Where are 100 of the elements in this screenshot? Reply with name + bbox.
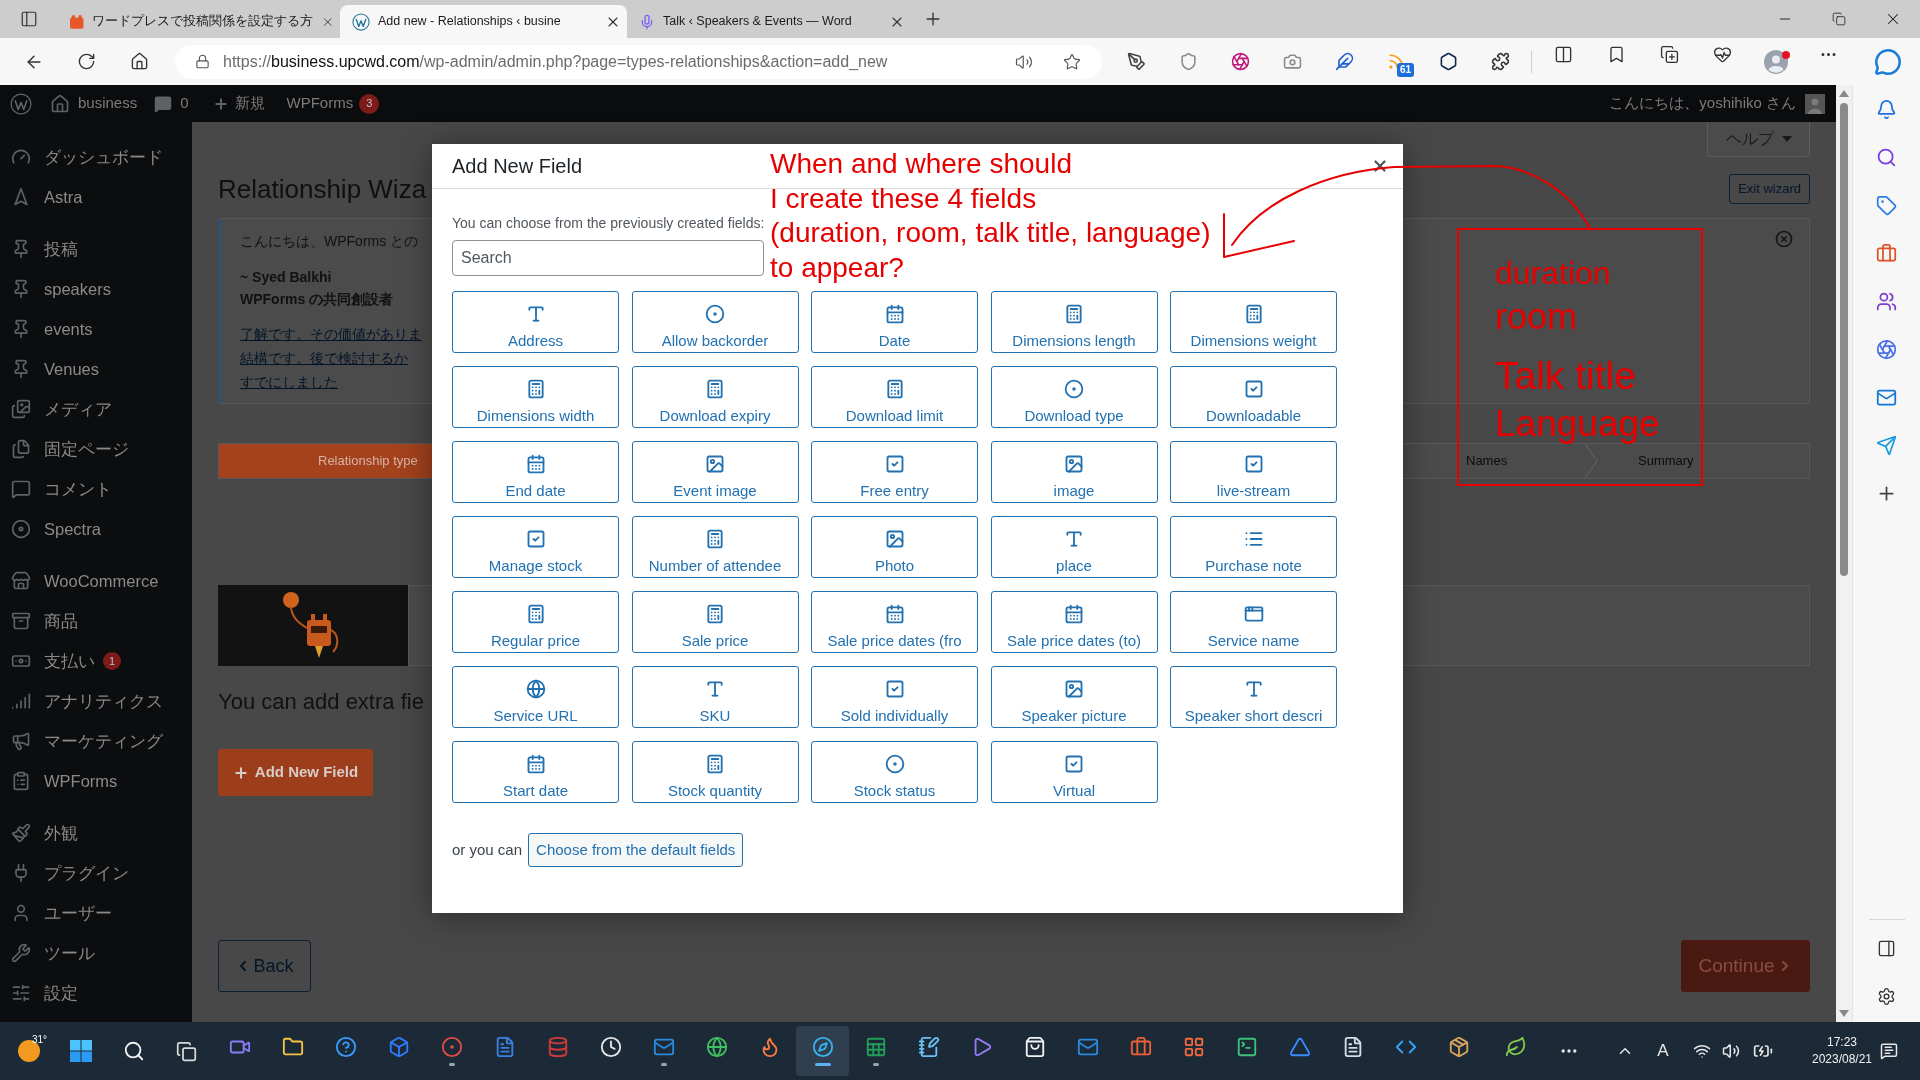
field-option[interactable]: Purchase note — [1170, 516, 1337, 578]
sidebar-item[interactable]: 外観 — [0, 813, 192, 853]
message-icon[interactable] — [1880, 1042, 1898, 1060]
sidebar-item[interactable]: ツール — [0, 933, 192, 973]
panel-icon[interactable] — [1877, 938, 1896, 958]
circle-logo-icon[interactable] — [10, 92, 32, 115]
avatar-icon[interactable] — [1763, 49, 1788, 74]
field-option[interactable]: Virtual — [990, 741, 1158, 803]
bell-icon[interactable] — [1876, 98, 1897, 120]
sidebar-item[interactable]: Astra — [0, 177, 192, 217]
sidebar-item[interactable]: WPForms — [0, 761, 192, 801]
sidebar-item[interactable]: speakers — [0, 269, 192, 309]
field-option[interactable]: Start date — [452, 741, 619, 803]
field-option[interactable]: Dimensions length — [990, 291, 1158, 353]
field-option[interactable]: Downloadable — [1170, 366, 1337, 428]
reload-icon[interactable] — [76, 52, 96, 71]
sidebar-item[interactable]: Spectra — [0, 509, 192, 549]
restore-icon[interactable] — [1832, 12, 1846, 26]
camera-icon[interactable] — [1282, 52, 1302, 71]
sidebar-item[interactable]: 固定ページ — [0, 429, 192, 469]
field-option[interactable]: live-stream — [1170, 441, 1337, 503]
field-option[interactable]: Service URL — [452, 666, 619, 728]
wifi-icon[interactable] — [1693, 1042, 1711, 1060]
account-link[interactable]: こんにちは、yoshihiko さん — [1609, 92, 1825, 115]
people-icon[interactable] — [1876, 290, 1897, 312]
field-option[interactable]: image — [990, 441, 1158, 503]
aperture-icon[interactable] — [1230, 52, 1250, 71]
sidebar-item[interactable]: 支払い 1 — [0, 641, 192, 681]
field-option[interactable]: Speaker picture — [990, 666, 1158, 728]
field-option[interactable]: Manage stock — [452, 516, 619, 578]
field-option[interactable]: Date — [811, 291, 978, 353]
sidebar-item[interactable]: 投稿 — [0, 229, 192, 269]
field-option[interactable]: Address — [452, 291, 619, 353]
sidebar-item[interactable]: Venues — [0, 349, 192, 389]
field-option[interactable]: Download limit — [811, 366, 978, 428]
aperture-icon[interactable] — [1876, 338, 1897, 360]
field-option[interactable]: Download expiry — [631, 366, 799, 428]
hexagon-icon[interactable] — [1438, 52, 1458, 71]
field-option[interactable]: place — [990, 516, 1158, 578]
forms-link[interactable]: WPForms 3 — [286, 92, 380, 115]
tab-actions-icon[interactable] — [20, 10, 38, 28]
clock-date[interactable]: 2023/08/21 — [1811, 1051, 1873, 1068]
address-field[interactable]: https://business.upcwd.com/wp-admin/admin.php?page=types-relationships&action=add_new — [175, 44, 1102, 79]
field-option[interactable]: Speaker short descri — [1170, 666, 1337, 728]
four-squares-icon[interactable] — [69, 1040, 92, 1062]
split-screen-icon[interactable] — [1554, 44, 1573, 64]
field-option[interactable]: SKU — [631, 666, 799, 728]
scrollbar-thumb[interactable] — [1840, 103, 1848, 576]
field-option[interactable]: Sold individually — [811, 666, 978, 728]
close-icon[interactable] — [1371, 157, 1389, 175]
bookmark-icon[interactable] — [1607, 44, 1626, 64]
copy-plus-icon[interactable] — [1660, 44, 1679, 64]
sidebar-item[interactable]: 設定 — [0, 973, 192, 1013]
field-option[interactable]: End date — [452, 441, 619, 503]
browser-tab[interactable]: Add new - Relationships ‹ busine — [340, 5, 627, 38]
site-link[interactable]: business — [50, 92, 138, 115]
scroll-down-icon[interactable] — [1839, 1010, 1849, 1017]
field-option[interactable]: Sale price — [631, 591, 799, 653]
briefcase-icon[interactable] — [1876, 242, 1897, 264]
speaker-icon[interactable] — [1015, 52, 1033, 71]
pen-icon[interactable] — [1126, 52, 1146, 71]
field-option[interactable]: Dimensions width — [452, 366, 619, 428]
chat-bubble-icon[interactable] — [1873, 47, 1902, 76]
sidebar-item[interactable]: ダッシュボード — [0, 137, 192, 177]
sidebar-item[interactable]: コメント — [0, 469, 192, 509]
send-icon[interactable] — [1876, 434, 1897, 456]
volume-icon[interactable] — [1722, 1042, 1740, 1060]
sidebar-item[interactable]: プラグイン — [0, 853, 192, 893]
scroll-up-icon[interactable] — [1839, 90, 1849, 97]
field-option[interactable]: Service name — [1170, 591, 1337, 653]
puzzle-icon[interactable] — [1490, 52, 1510, 71]
sidebar-item[interactable]: マーケティング — [0, 721, 192, 761]
field-option[interactable]: Event image — [631, 441, 799, 503]
sidebar-item[interactable]: アナリティクス — [0, 681, 192, 721]
search-field[interactable]: Search — [452, 240, 764, 276]
heart-pulse-icon[interactable] — [1713, 44, 1732, 64]
comments-link[interactable]: 0 — [154, 92, 189, 115]
field-option[interactable]: Stock status — [811, 741, 978, 803]
new-content-link[interactable]: 新規 — [212, 92, 265, 115]
shield-icon[interactable] — [1178, 52, 1198, 71]
tag-icon[interactable] — [1876, 194, 1897, 216]
sidebar-item[interactable]: メディア — [0, 389, 192, 429]
field-option[interactable]: Dimensions weight — [1170, 291, 1337, 353]
overlapping-squares-icon[interactable] — [176, 1040, 197, 1062]
field-option[interactable]: Sale price dates (fro — [811, 591, 978, 653]
input-mode-text[interactable]: A — [1657, 1038, 1669, 1064]
field-option[interactable]: Number of attendee — [631, 516, 799, 578]
settings-icon[interactable] — [1877, 986, 1896, 1006]
field-option[interactable]: Stock quantity — [631, 741, 799, 803]
field-option[interactable]: Photo — [811, 516, 978, 578]
field-option[interactable]: Regular price — [452, 591, 619, 653]
home-icon[interactable] — [129, 52, 149, 71]
clock-time[interactable]: 17:23 — [1827, 1034, 1857, 1051]
sidebar-item[interactable]: WooCommerce — [0, 561, 192, 601]
search-icon[interactable] — [122, 1040, 145, 1062]
feather-icon[interactable] — [1334, 52, 1354, 71]
field-option[interactable]: Free entry — [811, 441, 978, 503]
default-fields-button[interactable]: Choose from the default fields — [528, 833, 744, 867]
star-icon[interactable] — [1063, 52, 1081, 71]
sidebar-item[interactable]: 商品 — [0, 601, 192, 641]
